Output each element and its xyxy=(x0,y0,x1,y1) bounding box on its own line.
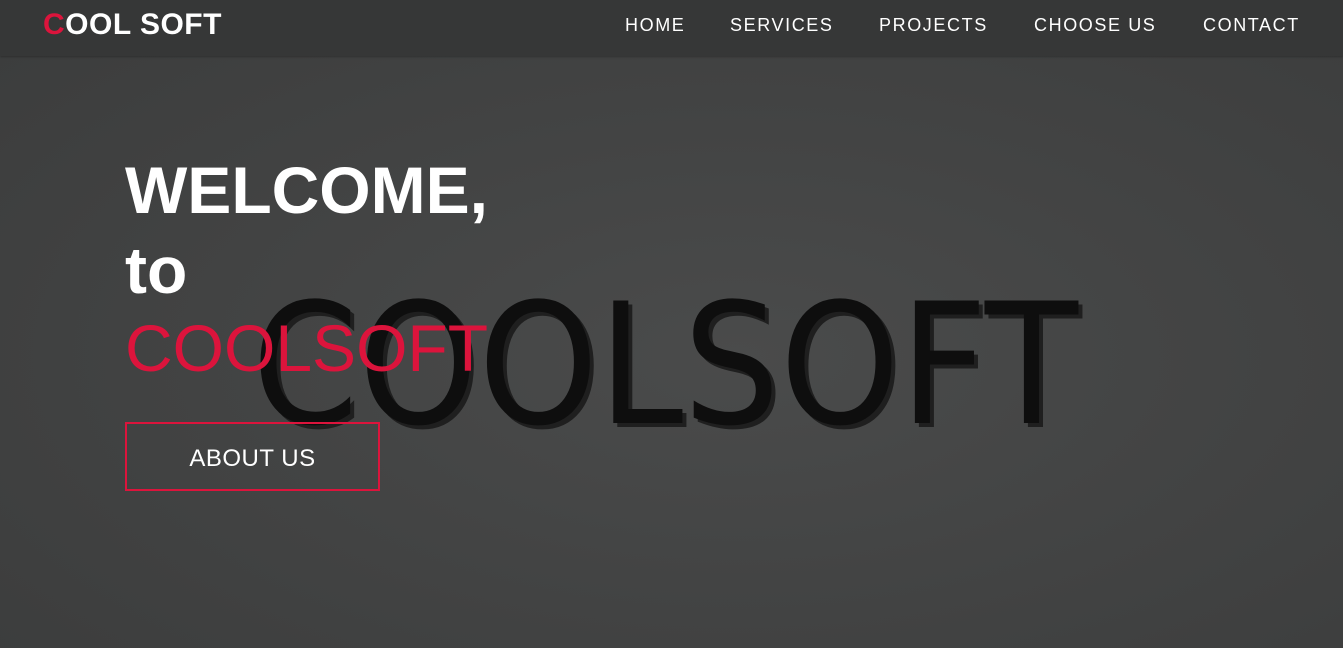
logo-text: OOL SOFT xyxy=(65,8,222,41)
nav-link-services[interactable]: SERVICES xyxy=(730,14,834,36)
hero-welcome-text: WELCOME, xyxy=(125,153,488,227)
top-navbar: COOL SOFT HOME SERVICES PROJECTS CHOOSE … xyxy=(0,0,1343,56)
hero-brand-text: COOLSOFT xyxy=(125,311,489,385)
nav-link-home[interactable]: HOME xyxy=(625,14,685,36)
site-logo[interactable]: COOL SOFT xyxy=(43,8,222,42)
about-us-button[interactable]: ABOUT US xyxy=(125,422,380,491)
nav-link-projects[interactable]: PROJECTS xyxy=(879,14,988,36)
hero-to-text: to xyxy=(125,233,188,307)
nav-link-choose-us[interactable]: CHOOSE US xyxy=(1034,14,1156,36)
logo-accent-letter: C xyxy=(43,8,66,41)
hero-heading: WELCOME, to COOLSOFT xyxy=(125,150,488,386)
nav-link-contact[interactable]: CONTACT xyxy=(1203,14,1300,36)
